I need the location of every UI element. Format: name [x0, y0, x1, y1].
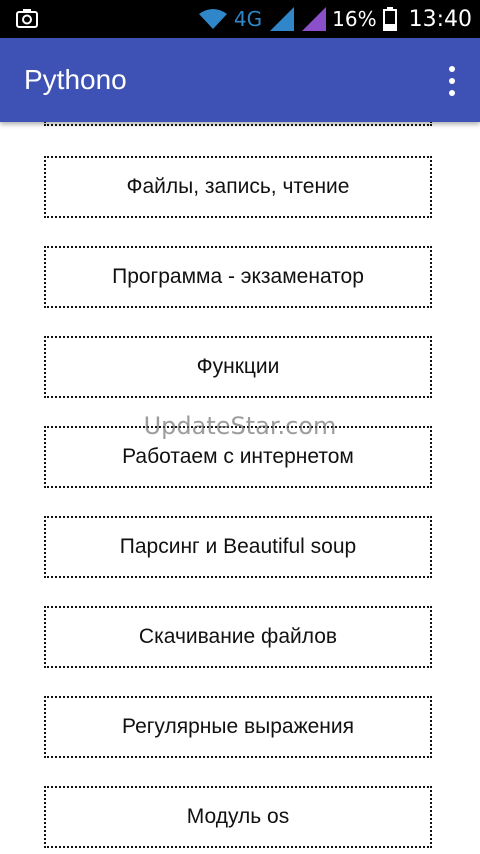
list-item[interactable]: Модуль os	[44, 786, 432, 848]
status-icons: 4G 16% 13:40	[198, 0, 472, 38]
battery-percent: 16%	[332, 7, 377, 31]
menu-dot	[449, 90, 455, 96]
app-title: Pythono	[24, 64, 127, 95]
list-item[interactable]: Регулярные выражения	[44, 696, 432, 758]
signal-icon-2	[302, 7, 327, 31]
app-bar: Pythono	[0, 38, 480, 122]
list-item[interactable]: Скачивание файлов	[44, 606, 432, 668]
menu-dot	[449, 66, 455, 72]
clock: 13:40	[408, 6, 472, 32]
network-type: 4G	[233, 7, 263, 31]
menu-dot	[449, 78, 455, 84]
list-item[interactable]: Программа - экзаменатор	[44, 246, 432, 308]
battery-icon	[382, 7, 397, 31]
menu-list: Файлы, запись, чтение Программа - экзаме…	[0, 122, 480, 854]
overflow-menu-icon[interactable]	[442, 66, 462, 96]
camera-icon	[16, 9, 38, 28]
list-item[interactable]: Парсинг и Beautiful soup	[44, 516, 432, 578]
list-item-partial[interactable]	[44, 122, 432, 126]
status-bar: 4G 16% 13:40	[0, 0, 480, 38]
list-item[interactable]: Функции	[44, 336, 432, 398]
wifi-icon	[198, 9, 227, 29]
list-item[interactable]: Файлы, запись, чтение	[44, 156, 432, 218]
signal-icon	[270, 7, 295, 31]
list-item[interactable]: Работаем с интернетом	[44, 426, 432, 488]
